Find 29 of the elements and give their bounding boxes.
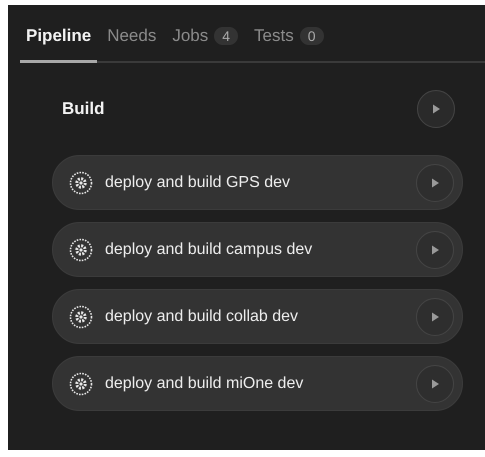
gear-icon [69, 170, 93, 194]
tab[interactable]: Needs [101, 21, 162, 63]
tab[interactable]: Pipeline [20, 21, 98, 63]
play-button[interactable] [416, 230, 454, 268]
job-name: deploy and build campus dev [105, 240, 314, 258]
job-item[interactable]: deploy and build miOne dev [52, 356, 463, 411]
play-button[interactable] [417, 90, 455, 128]
tab[interactable]: Tests 0 [248, 21, 330, 63]
job-item[interactable]: deploy and build campus dev [52, 222, 463, 277]
count-badge: 0 [300, 27, 324, 45]
job-item[interactable]: deploy and build GPS dev [52, 155, 463, 210]
play-icon [432, 245, 439, 254]
play-button[interactable] [416, 164, 454, 202]
gear-icon [69, 304, 93, 328]
count-badge: 4 [214, 27, 238, 45]
job-name: deploy and build miOne dev [105, 374, 304, 392]
job-name: deploy and build collab dev [105, 308, 300, 326]
play-button[interactable] [416, 298, 454, 336]
stage-title: Build [62, 99, 104, 119]
play-icon [433, 104, 440, 114]
play-icon [432, 312, 439, 321]
job-name: deploy and build GPS dev [105, 174, 292, 192]
play-button[interactable] [416, 364, 454, 402]
gear-icon [69, 238, 93, 262]
job-item[interactable]: deploy and build collab dev [52, 289, 463, 344]
tab[interactable]: Jobs 4 [166, 21, 244, 63]
play-icon [432, 379, 439, 388]
play-icon [432, 178, 439, 187]
gear-icon [69, 372, 93, 396]
